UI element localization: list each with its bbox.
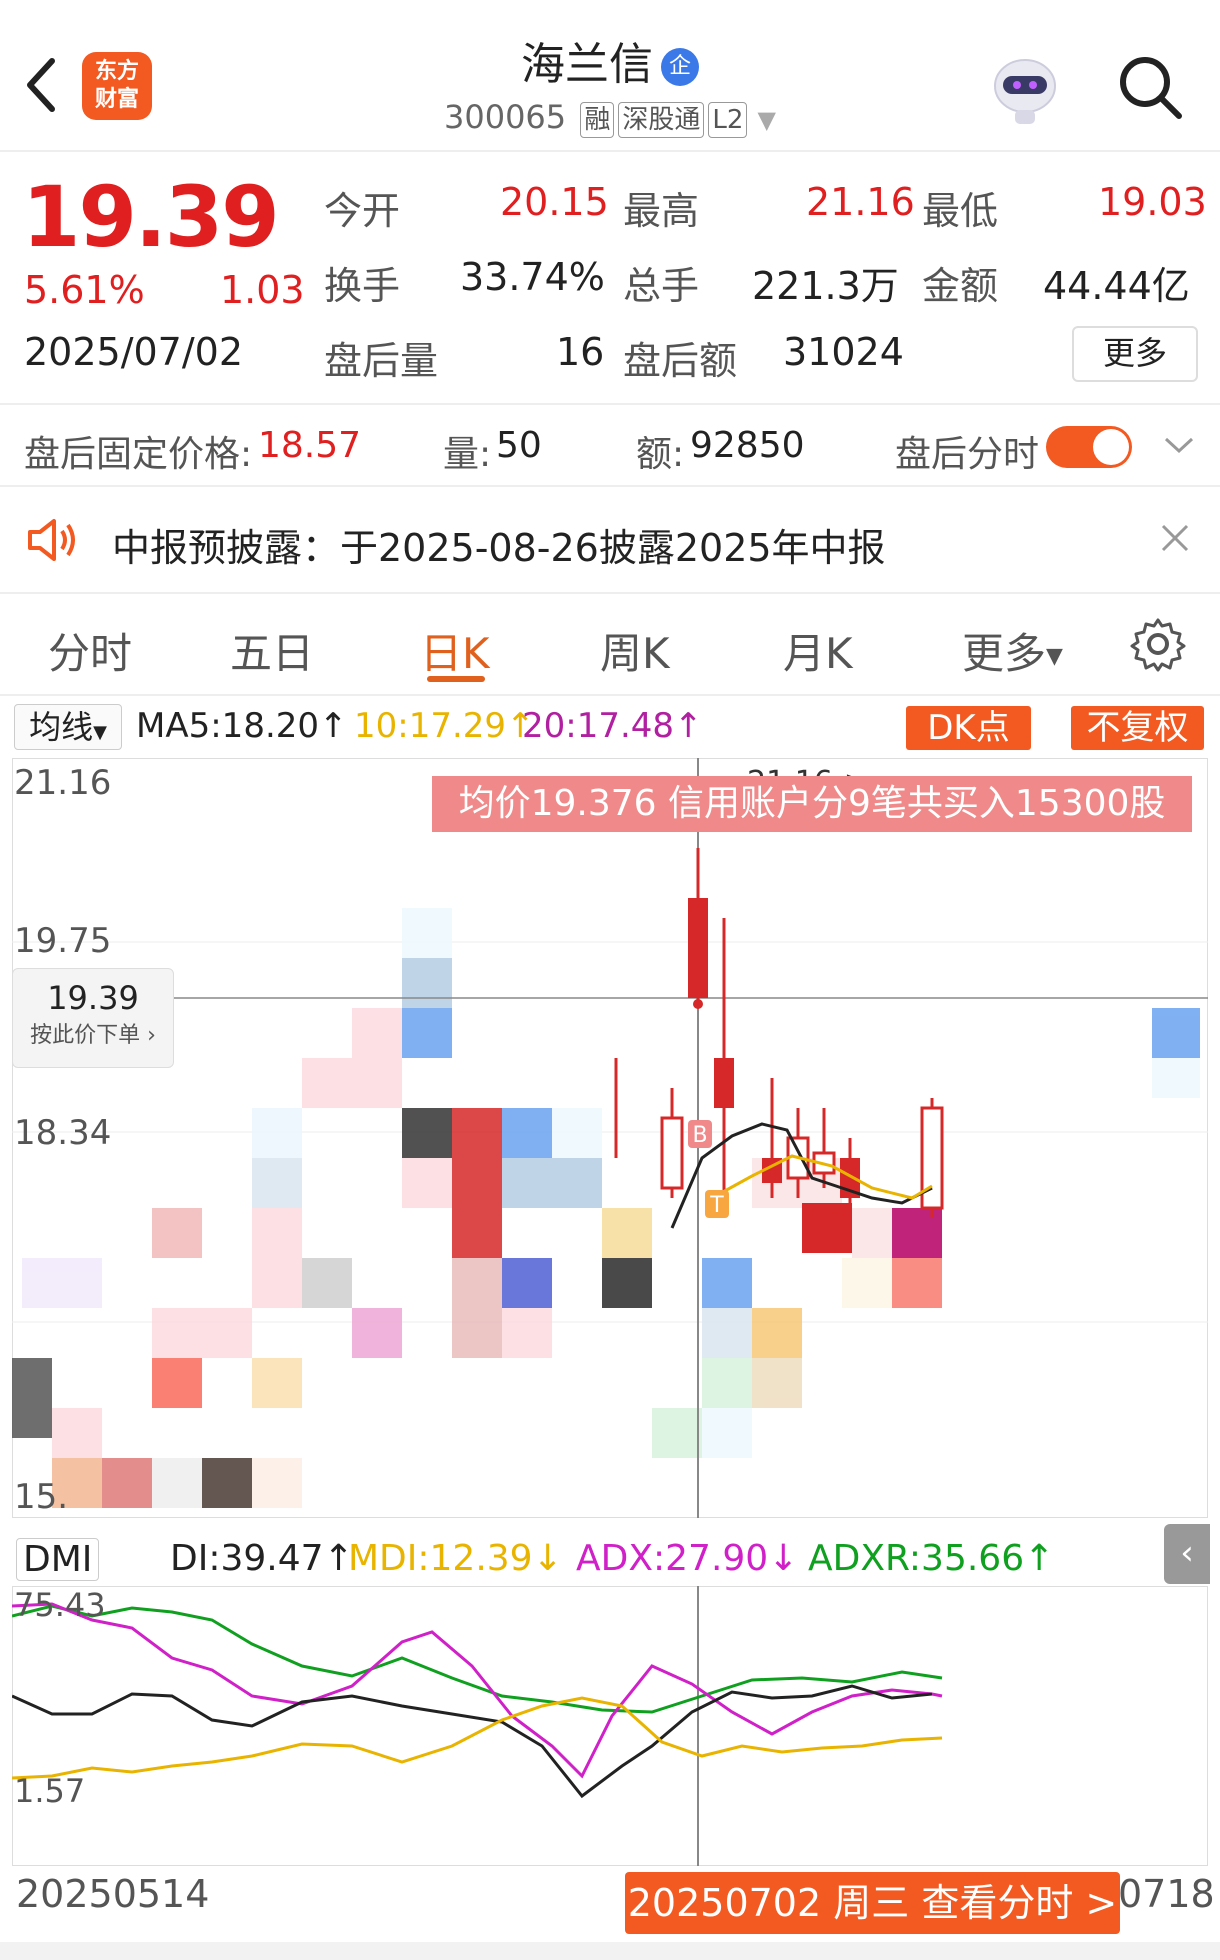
after-amount-short-label: 额: bbox=[636, 434, 685, 475]
change-amount: 1.03 bbox=[220, 268, 305, 312]
tag-margin: 融 bbox=[580, 102, 615, 138]
gear-icon[interactable] bbox=[1130, 616, 1186, 672]
y-label-high: 21.16 bbox=[14, 763, 111, 803]
amount-label: 金额 bbox=[922, 264, 999, 308]
dmi-y-bottom: 1.57 bbox=[14, 1772, 85, 1810]
after-volume-short-value: 50 bbox=[496, 425, 542, 466]
ma5-value: MA5:18.20↑ bbox=[136, 706, 348, 746]
price-order-box[interactable]: 19.39 按此价下单 › bbox=[12, 968, 174, 1068]
dmi-legend: DMI DI:39.47↑ MDI:12.39↓ ADX:27.90↓ ADXR… bbox=[0, 1520, 1220, 1590]
axis-start-date: 20250514 bbox=[16, 1872, 210, 1916]
change-percent: 5.61% bbox=[24, 268, 145, 312]
speaker-icon bbox=[28, 519, 75, 561]
after-amount-short-value: 92850 bbox=[690, 425, 805, 466]
notice-text: 中报预披露：于2025-08-26披露2025年中报 bbox=[112, 526, 886, 570]
tab-five-day[interactable]: 五日 bbox=[230, 620, 314, 681]
tab-weekly-k[interactable]: 周K bbox=[600, 620, 670, 681]
amount-value: 44.44亿 bbox=[1043, 264, 1190, 308]
adx-value: ADX:27.90↓ bbox=[576, 1538, 799, 1579]
axis-end-date: 0718 bbox=[1118, 1872, 1215, 1916]
adxr-value: ADXR:35.66↑ bbox=[808, 1538, 1055, 1579]
y-label-low: 15. bbox=[14, 1477, 68, 1517]
pdi-value: DI:39.47↑ bbox=[170, 1538, 354, 1579]
credit-buy-banner: 均价19.376 信用账户分9笔共买入15300股 bbox=[432, 776, 1192, 832]
tab-more[interactable]: 更多▼ bbox=[962, 620, 1063, 681]
turnover-label: 换手 bbox=[324, 264, 401, 308]
view-intraday-button[interactable]: 20250702 周三 查看分时 > bbox=[625, 1872, 1120, 1934]
after-amount-value: 31024 bbox=[783, 330, 904, 374]
tag-connect: 深股通 bbox=[618, 102, 705, 138]
high-label: 最高 bbox=[623, 189, 700, 233]
tab-intraday[interactable]: 分时 bbox=[48, 620, 132, 681]
y-label-3: 18.34 bbox=[14, 1113, 111, 1153]
after-amount-label: 盘后额 bbox=[623, 339, 738, 383]
low-label: 最低 bbox=[922, 189, 999, 233]
period-tabs: 分时 五日 日K 周K 月K 更多▼ bbox=[0, 594, 1220, 696]
close-icon[interactable] bbox=[1160, 523, 1190, 553]
after-hours-chart-label: 盘后分时 bbox=[895, 434, 1040, 475]
after-hours-bar: 盘后固定价格: 18.57 量: 50 额: 92850 盘后分时 bbox=[0, 403, 1220, 487]
dmi-label[interactable]: DMI bbox=[16, 1538, 100, 1581]
chevron-down-icon[interactable] bbox=[1162, 433, 1196, 457]
after-volume-short-label: 量: bbox=[443, 434, 492, 475]
open-value: 20.15 bbox=[500, 180, 609, 224]
open-label: 今开 bbox=[324, 189, 401, 233]
scrollbar[interactable] bbox=[0, 1942, 1220, 1960]
volume-value: 221.3万 bbox=[752, 264, 899, 308]
dropdown-triangle-icon: ▼ bbox=[1046, 644, 1063, 669]
b-marker: B bbox=[692, 1123, 707, 1148]
dmi-chart[interactable]: 75.43 1.57 bbox=[12, 1586, 1208, 1866]
low-value: 19.03 bbox=[1098, 180, 1207, 224]
more-quote-button[interactable]: 更多 bbox=[1072, 326, 1198, 382]
t-marker: T bbox=[709, 1193, 724, 1218]
tag-l2: L2 bbox=[708, 102, 748, 138]
fixed-price-value: 18.57 bbox=[258, 425, 362, 466]
y-label-2: 19.75 bbox=[14, 921, 111, 961]
notice-bar[interactable]: 中报预披露：于2025-08-26披露2025年中报 bbox=[0, 487, 1220, 594]
turnover-value: 33.74% bbox=[460, 255, 605, 299]
search-icon[interactable] bbox=[1115, 52, 1185, 122]
volume-label: 总手 bbox=[623, 264, 700, 308]
tab-daily-k[interactable]: 日K bbox=[420, 620, 490, 681]
ma20-value: 20:17.48↑ bbox=[522, 706, 703, 746]
kline-chart[interactable]: B T 21.16 19.75 18.34 15. 21.16-> bbox=[12, 758, 1208, 1518]
no-adjust-button[interactable]: 不复权 bbox=[1071, 706, 1204, 750]
ma10-value: 10:17.29↑ bbox=[354, 706, 535, 746]
dk-point-button[interactable]: DK点 bbox=[906, 706, 1031, 750]
dropdown-triangle-icon[interactable]: ▼ bbox=[758, 106, 776, 134]
after-hours-toggle[interactable] bbox=[1046, 426, 1132, 468]
active-tab-indicator bbox=[427, 676, 485, 682]
tab-monthly-k[interactable]: 月K bbox=[783, 620, 853, 681]
enterprise-badge: 企 bbox=[661, 48, 699, 86]
after-volume-value: 16 bbox=[556, 330, 605, 374]
after-volume-label: 盘后量 bbox=[324, 339, 439, 383]
collapse-chevron-icon[interactable]: ‹ bbox=[1164, 1524, 1210, 1584]
quote-date: 2025/07/02 bbox=[24, 330, 244, 374]
fixed-price-label: 盘后固定价格: bbox=[24, 434, 253, 475]
dmi-y-top: 75.43 bbox=[14, 1586, 106, 1624]
high-value: 21.16 bbox=[806, 180, 915, 224]
ma-dropdown[interactable]: 均线▼ bbox=[14, 704, 122, 750]
mdi-value: MDI:12.39↓ bbox=[348, 1538, 563, 1579]
assistant-robot-icon[interactable] bbox=[985, 48, 1065, 128]
last-price: 19.39 bbox=[22, 168, 280, 266]
stock-code: 300065 bbox=[443, 98, 567, 136]
